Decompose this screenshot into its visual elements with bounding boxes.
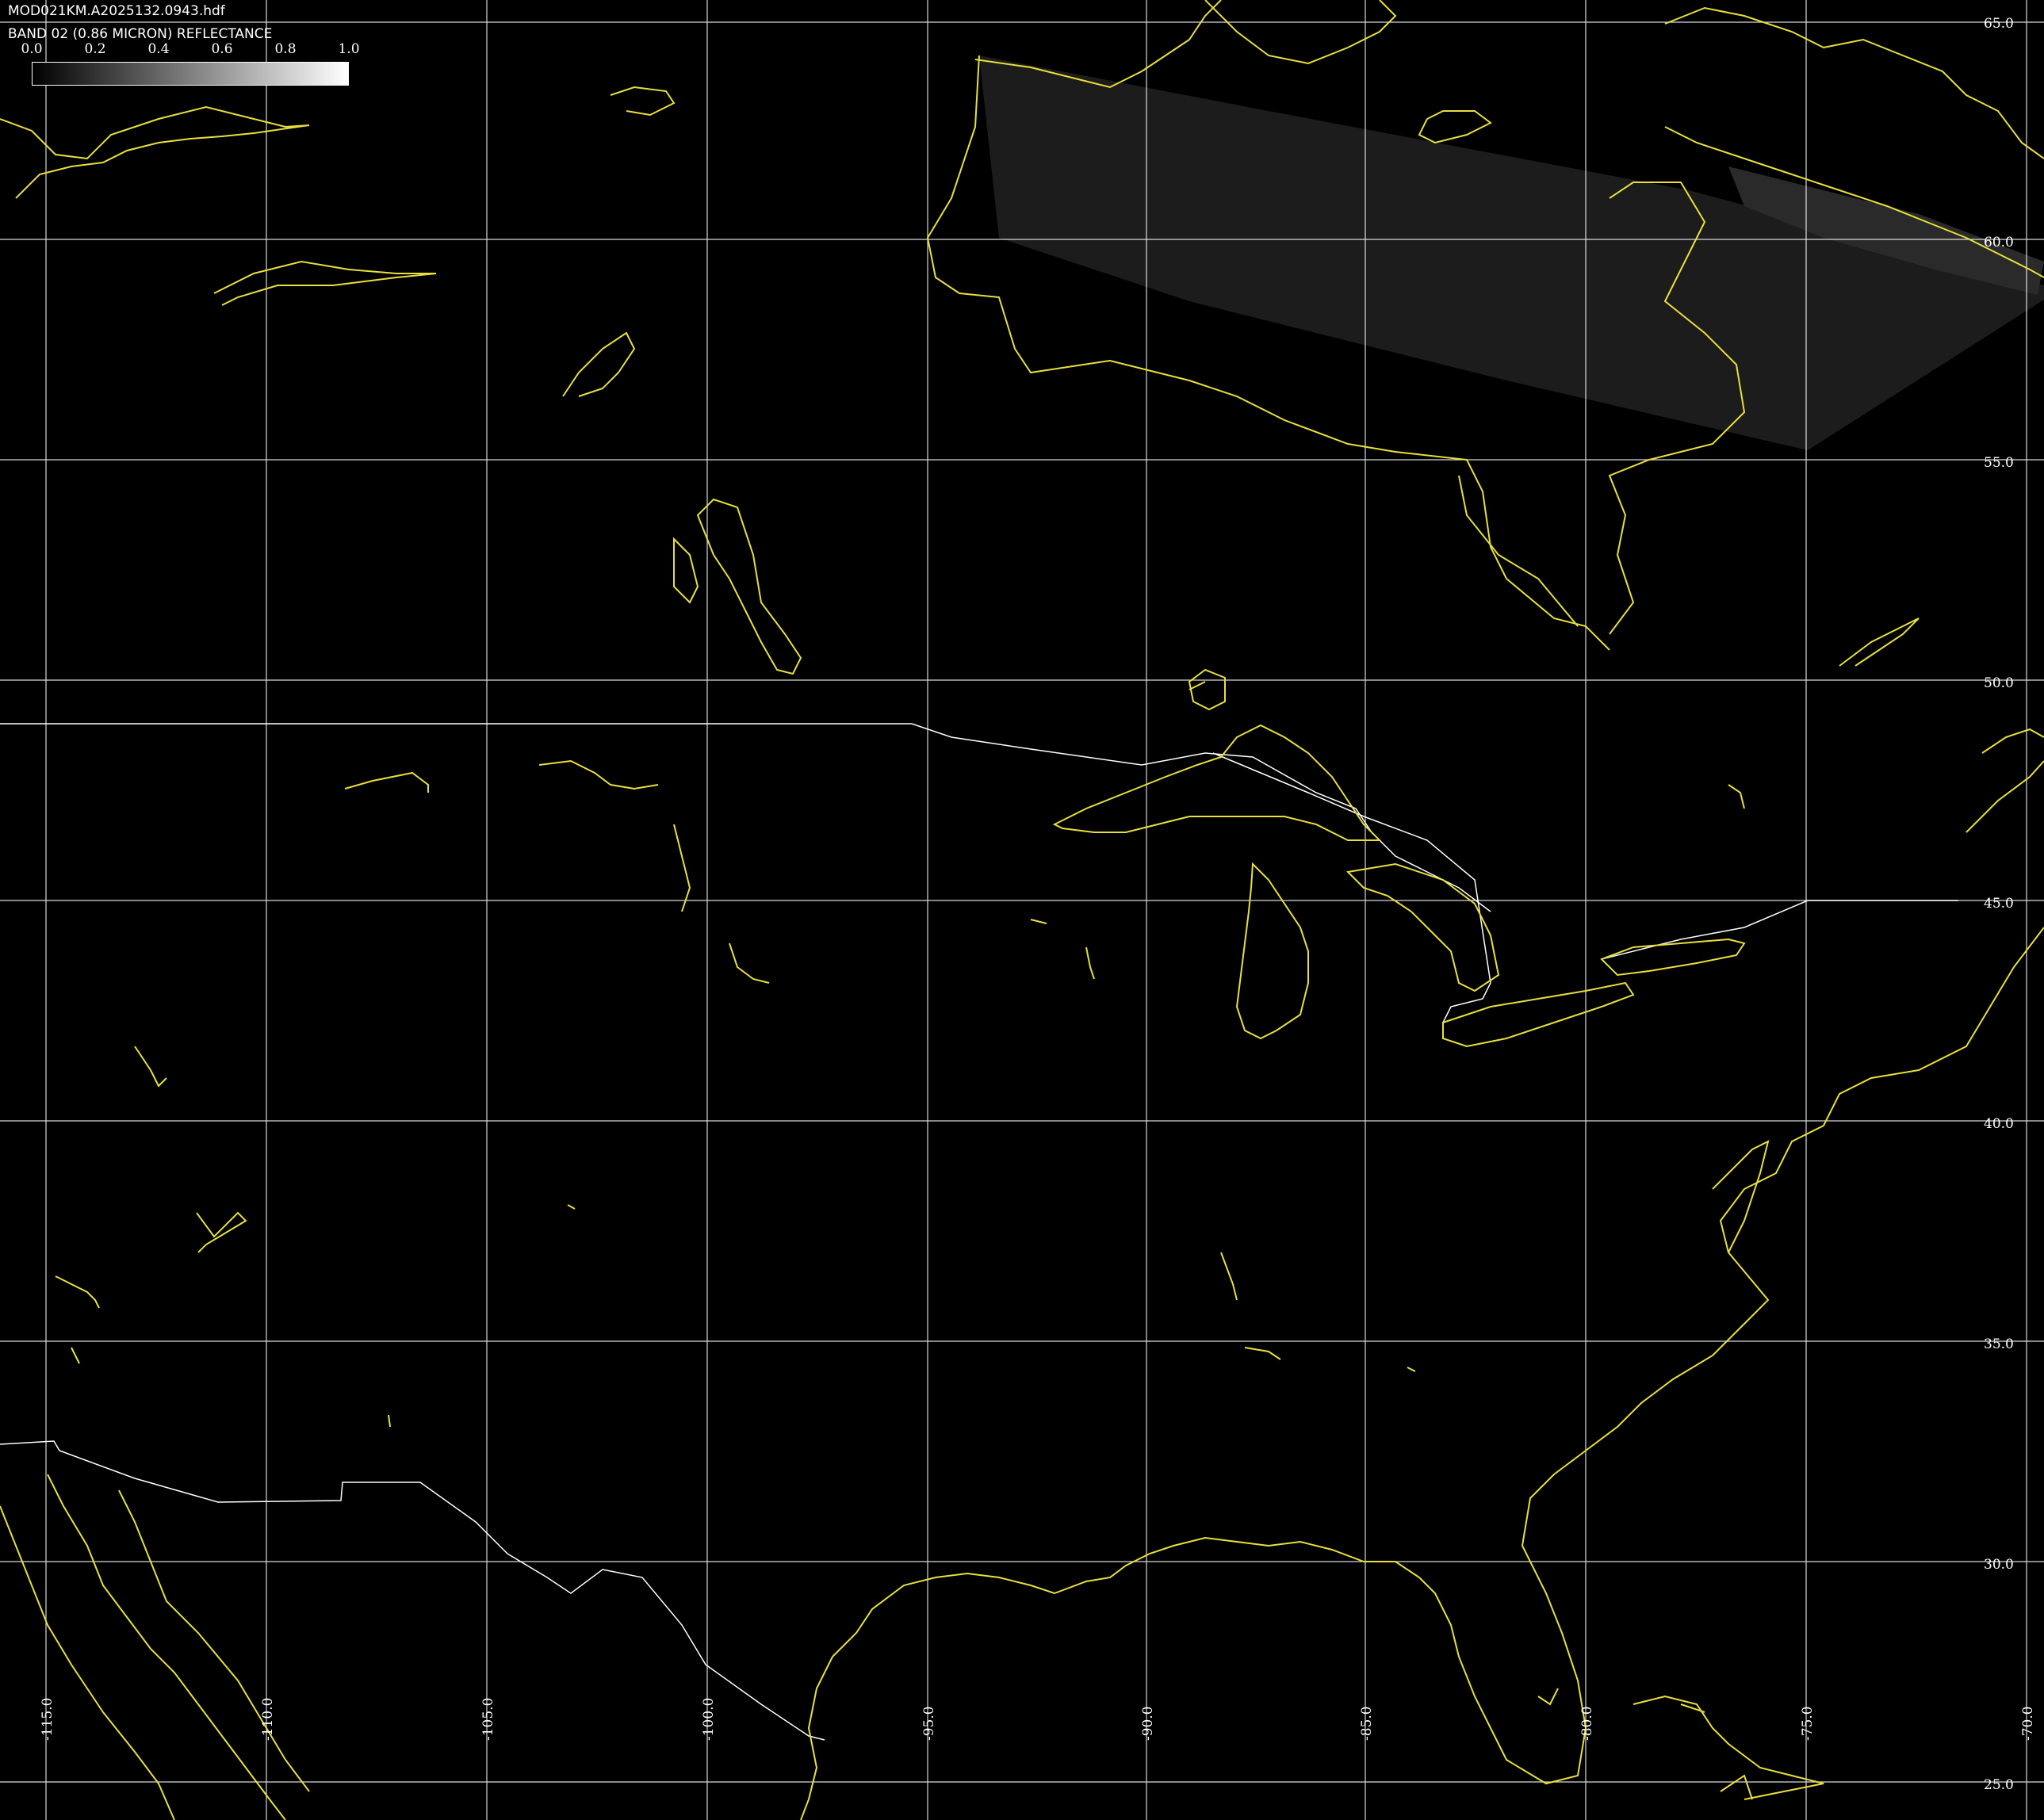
lon-label-105: -105.0 bbox=[480, 1697, 496, 1741]
reflectance-colorbar bbox=[32, 62, 349, 86]
lat-label-25: 25.0 bbox=[1984, 1777, 2014, 1793]
lat-label-55: 55.0 bbox=[1984, 455, 2014, 471]
colorbar-tick-2: 0.4 bbox=[147, 41, 170, 57]
colorbar-tick-5: 1.0 bbox=[338, 41, 360, 57]
lon-label-90: -90.0 bbox=[1140, 1706, 1156, 1741]
lon-label-85: -85.0 bbox=[1359, 1706, 1375, 1741]
lon-label-75: -75.0 bbox=[1800, 1706, 1816, 1741]
lon-label-115: -115.0 bbox=[40, 1697, 56, 1741]
lat-label-35: 35.0 bbox=[1984, 1336, 2014, 1352]
lon-label-95: -95.0 bbox=[921, 1706, 937, 1741]
colorbar-tick-1: 0.2 bbox=[84, 41, 106, 57]
colorbar-tick-0: 0.0 bbox=[21, 41, 43, 57]
lon-label-110: -110.0 bbox=[260, 1697, 276, 1741]
band-title: BAND 02 (0.86 MICRON) REFLECTANCE bbox=[8, 26, 273, 42]
satellite-map bbox=[0, 0, 2044, 1820]
file-title: MOD021KM.A2025132.0943.hdf bbox=[8, 3, 225, 19]
lat-label-30: 30.0 bbox=[1984, 1557, 2014, 1573]
lat-label-60: 60.0 bbox=[1984, 235, 2014, 250]
lon-label-80: -80.0 bbox=[1579, 1706, 1595, 1741]
colorbar-tick-4: 0.8 bbox=[274, 41, 297, 57]
colorbar-tick-3: 0.6 bbox=[211, 41, 233, 57]
lat-label-50: 50.0 bbox=[1984, 675, 2014, 691]
lon-label-70: -70.0 bbox=[2020, 1706, 2036, 1741]
lat-label-40: 40.0 bbox=[1984, 1116, 2014, 1132]
lat-label-65: 65.0 bbox=[1984, 16, 2014, 32]
lat-label-45: 45.0 bbox=[1984, 896, 2014, 912]
lon-label-100: -100.0 bbox=[701, 1697, 717, 1741]
